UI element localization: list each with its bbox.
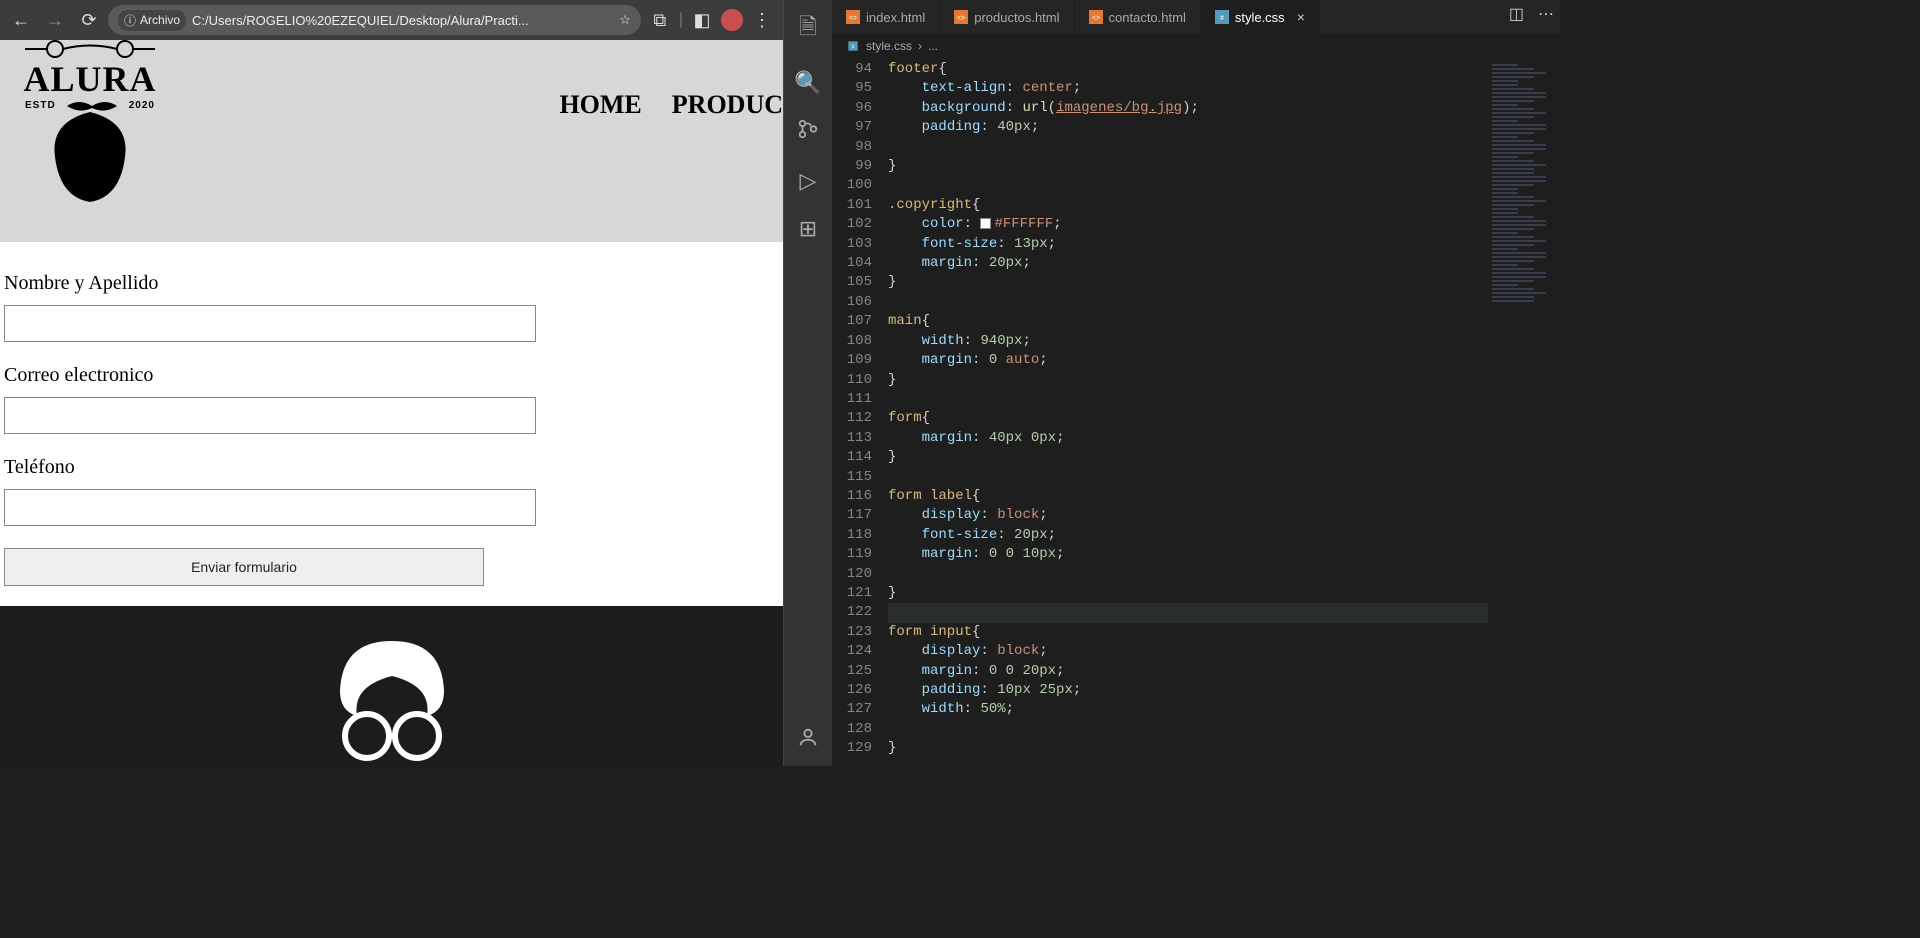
tab-bar: <> index.html <> productos.html <> contacto.h… — [832, 0, 1560, 34]
input-telefono[interactable] — [4, 489, 536, 526]
url-text: C:/Users/ROGELIO%20EZEQUIEL/Desktop/Alur… — [192, 13, 613, 28]
breadcrumb-file: style.css — [866, 39, 912, 53]
run-debug-icon[interactable]: ▷ — [800, 168, 817, 194]
search-icon[interactable]: 🔍 — [794, 70, 821, 96]
extensions-icon[interactable]: ⧉ — [645, 5, 675, 35]
label-correo: Correo electronico — [4, 364, 779, 387]
css-file-icon: # — [846, 39, 860, 53]
logo-text: ALURA — [23, 58, 156, 100]
tab-label: contacto.html — [1109, 10, 1186, 25]
star-icon[interactable]: ☆ — [619, 12, 631, 28]
browser-window: ← → ⟳ ⓘ Archivo C:/Users/ROGELIO%20EZEQU… — [0, 0, 784, 766]
mustache-icon — [67, 100, 117, 112]
svg-text:<>: <> — [1091, 15, 1099, 22]
html-file-icon: <> — [1089, 10, 1103, 24]
close-icon[interactable]: × — [1297, 9, 1305, 25]
color-swatch — [980, 218, 991, 229]
nav-home[interactable]: HOME — [559, 90, 641, 120]
more-actions-icon[interactable]: ⋯ — [1538, 4, 1554, 24]
svg-text:<>: <> — [849, 15, 857, 22]
explorer-icon[interactable]: 🗎 — [799, 10, 817, 48]
separator: | — [679, 11, 683, 29]
reload-button[interactable]: ⟳ — [74, 5, 104, 35]
profile-icon[interactable] — [721, 9, 743, 31]
chevron-right-icon: › — [918, 39, 922, 53]
logo-subtext: ESTD 2020 — [25, 100, 155, 112]
page-content: ALURA ESTD 2020 HOME PRODUC Nombre y Ape… — [0, 40, 783, 766]
svg-text:#: # — [1220, 15, 1224, 22]
label-nombre: Nombre y Apellido — [4, 272, 779, 295]
nav-productos[interactable]: PRODUC — [672, 90, 783, 120]
tab-label: productos.html — [974, 10, 1059, 25]
vscode-window: ◫ ⋯ 🗎 🔍 ▷ ⊞ <> index.html <> productos.html… — [784, 0, 1560, 766]
forward-button[interactable]: → — [40, 5, 70, 35]
tab-label: index.html — [866, 10, 925, 25]
glasses-icon — [25, 40, 155, 58]
breadcrumb-more: ... — [928, 39, 938, 53]
input-nombre[interactable] — [4, 305, 536, 342]
accounts-icon[interactable] — [797, 726, 819, 754]
title-actions: ◫ ⋯ — [1509, 4, 1554, 24]
submit-button[interactable]: Enviar formulario — [4, 548, 484, 586]
svg-text:<>: <> — [957, 15, 965, 22]
source-control-icon[interactable] — [797, 118, 819, 146]
browser-toolbar: ← → ⟳ ⓘ Archivo C:/Users/ROGELIO%20EZEQU… — [0, 0, 783, 40]
info-icon: ⓘ — [124, 12, 136, 29]
tab-index-html[interactable]: <> index.html — [832, 0, 940, 34]
page-footer — [0, 606, 783, 766]
css-file-icon: # — [1215, 10, 1229, 24]
extensions-icon[interactable]: ⊞ — [799, 216, 817, 242]
line-gutter: 9495969798991001011021031041051061071081… — [832, 58, 888, 766]
addr-label: Archivo — [140, 13, 180, 27]
beard-icon — [45, 112, 135, 202]
tab-style-css[interactable]: # style.css × — [1201, 0, 1320, 34]
address-bar[interactable]: ⓘ Archivo C:/Users/ROGELIO%20EZEQUIEL/De… — [108, 5, 641, 35]
form-section: Nombre y Apellido Correo electronico Tel… — [0, 242, 783, 606]
tab-contacto-html[interactable]: <> contacto.html — [1075, 0, 1201, 34]
page-header: ALURA ESTD 2020 HOME PRODUC — [0, 40, 783, 242]
editor[interactable]: 9495969798991001011021031041051061071081… — [832, 58, 1560, 766]
logo: ALURA ESTD 2020 — [10, 40, 170, 210]
minimap[interactable] — [1488, 58, 1560, 766]
file-badge: ⓘ Archivo — [118, 10, 186, 31]
input-correo[interactable] — [4, 397, 536, 434]
activity-bar: 🗎 🔍 ▷ ⊞ — [784, 0, 832, 766]
split-editor-icon[interactable]: ◫ — [1509, 4, 1524, 24]
sidepanel-icon[interactable]: ◧ — [687, 5, 717, 35]
label-telefono: Teléfono — [4, 456, 779, 479]
html-file-icon: <> — [954, 10, 968, 24]
code-area[interactable]: footer{ text-align: center; background: … — [888, 58, 1488, 766]
tab-label: style.css — [1235, 10, 1285, 25]
tab-productos-html[interactable]: <> productos.html — [940, 0, 1074, 34]
editor-zone: <> index.html <> productos.html <> contacto.h… — [832, 0, 1560, 766]
breadcrumb[interactable]: # style.css › ... — [832, 34, 1560, 58]
back-button[interactable]: ← — [6, 5, 36, 35]
html-file-icon: <> — [846, 10, 860, 24]
footer-face-icon — [312, 636, 472, 766]
nav: HOME PRODUC — [559, 90, 783, 120]
menu-icon[interactable]: ⋮ — [747, 5, 777, 35]
